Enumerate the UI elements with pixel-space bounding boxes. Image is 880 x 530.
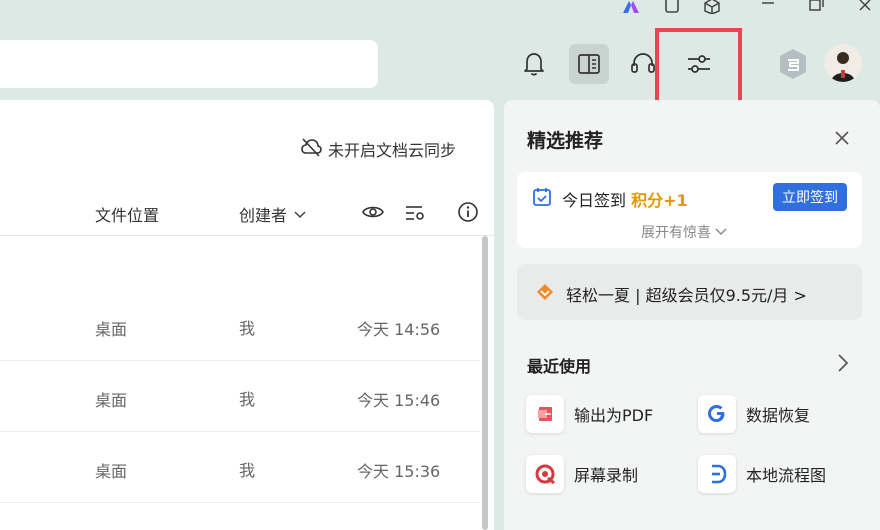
recent-title: 最近使用 [527, 357, 592, 376]
promo-text: 轻松一夏 | 超级会员仅9.5元/月 > [566, 286, 807, 305]
minimize-icon[interactable] [758, 0, 778, 14]
panel-title: 精选推荐 [527, 130, 604, 152]
cloud-off-icon [300, 137, 322, 161]
row-1-location: 桌面 [95, 320, 128, 339]
column-settings-icon[interactable] [404, 203, 426, 227]
tablet-icon[interactable] [662, 0, 682, 14]
row-2-time: 今天 15:46 [357, 391, 441, 410]
flowchart-icon [698, 455, 736, 493]
screen-record-icon [526, 455, 564, 493]
signin-points: 积分+1 [631, 191, 688, 210]
close-panel-icon[interactable] [832, 128, 852, 148]
row-3-location: 桌面 [95, 462, 128, 481]
row-divider [0, 431, 480, 432]
calendar-icon [532, 187, 552, 211]
vip-gem-icon [535, 282, 555, 306]
column-header-location[interactable]: 文件位置 [95, 202, 159, 226]
sync-status-text: 未开启文档云同步 [328, 141, 457, 160]
sidebar-panel-icon[interactable] [569, 44, 609, 84]
avatar[interactable] [824, 44, 862, 82]
row-2-location: 桌面 [95, 391, 128, 410]
cloud-sync-status[interactable]: 未开启文档云同步 [300, 137, 456, 161]
eye-icon[interactable] [361, 202, 385, 226]
expand-surprise[interactable]: 展开有惊喜 [641, 222, 727, 242]
tool-label: 输出为PDF [574, 406, 654, 425]
row-1-creator: 我 [239, 319, 256, 338]
pdf-export-icon [526, 395, 564, 433]
row-divider [0, 360, 480, 361]
highlight-box [655, 28, 742, 108]
bell-icon[interactable] [514, 44, 554, 84]
cube-icon[interactable] [702, 0, 722, 14]
tool-label: 本地流程图 [746, 466, 827, 485]
tool-local-flowchart[interactable]: 本地流程图 [698, 455, 826, 493]
row-2-creator: 我 [239, 390, 256, 409]
scrollbar[interactable] [482, 236, 488, 530]
tool-screen-record[interactable]: 屏幕录制 [526, 455, 638, 493]
creator-header-label: 创建者 [239, 206, 288, 225]
app-logo-icon[interactable] [621, 0, 641, 14]
tool-label: 数据恢复 [746, 406, 811, 425]
column-header-creator[interactable]: 创建者 [239, 202, 307, 226]
header-divider [0, 235, 494, 236]
info-icon[interactable] [457, 201, 479, 227]
signin-button[interactable]: 立即签到 [773, 183, 847, 211]
shield-badge-icon[interactable] [773, 44, 813, 84]
chevron-right-icon[interactable] [836, 353, 850, 377]
tool-label: 屏幕录制 [574, 466, 639, 485]
search-input[interactable] [0, 40, 378, 88]
tool-export-pdf[interactable]: 输出为PDF [526, 395, 653, 433]
signin-label: 今日签到 [562, 191, 627, 210]
row-3-creator: 我 [239, 461, 256, 480]
row-1-time: 今天 14:56 [357, 320, 441, 339]
tool-data-recovery[interactable]: 数据恢复 [698, 395, 810, 433]
restore-icon[interactable] [806, 0, 826, 14]
row-3-time: 今天 15:36 [357, 462, 441, 481]
expand-label: 展开有惊喜 [641, 225, 711, 241]
chevron-down-icon [293, 205, 307, 224]
row-divider [0, 502, 480, 503]
data-recovery-icon [698, 395, 736, 433]
close-icon[interactable] [855, 0, 875, 14]
signin-text: 今日签到 积分+1 [562, 187, 688, 211]
chevron-down-icon [715, 224, 727, 240]
